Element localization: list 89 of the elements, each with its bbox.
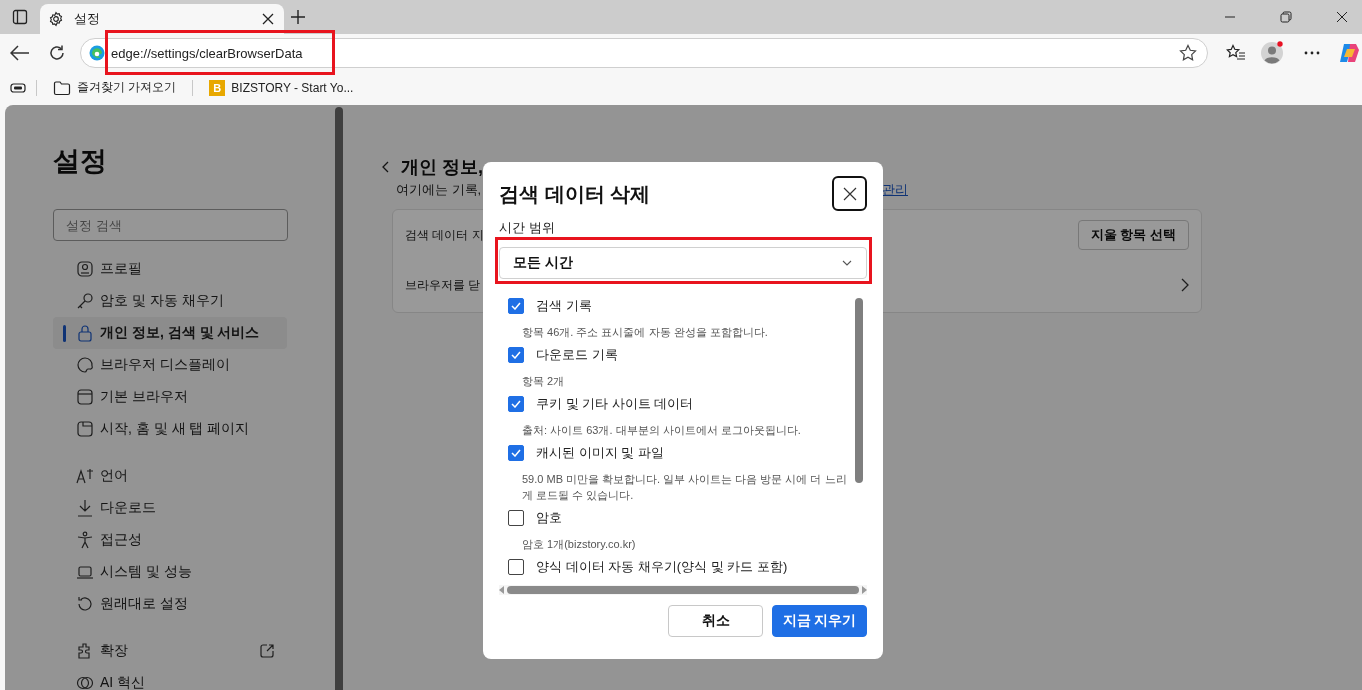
language-icon — [76, 467, 94, 485]
tablet-icon[interactable] — [10, 81, 26, 94]
option-label: 암호 — [536, 509, 562, 527]
option-description: 59.0 MB 미만을 확보합니다. 일부 사이트는 다음 방문 시에 더 느리게 로드될 수 있습니다. — [521, 472, 848, 503]
new-tab-icon[interactable] — [290, 9, 306, 25]
check-icon — [511, 400, 521, 408]
avatar-icon[interactable] — [1260, 41, 1284, 65]
close-icon[interactable] — [1336, 11, 1348, 23]
check-icon — [511, 302, 521, 310]
key-icon — [76, 292, 94, 310]
nav-item[interactable]: 언어 — [53, 460, 287, 492]
option-description: 항목 2개 — [521, 374, 566, 389]
option-description: 항목 46개. 주소 표시줄에 자동 완성을 포함합니다. — [521, 325, 769, 340]
refresh-icon[interactable] — [48, 44, 66, 62]
dialog-title: 검색 데이터 삭제 — [499, 182, 651, 207]
bookmark[interactable]: B BIZSTORY - Start Yo... — [203, 79, 360, 96]
nav-item[interactable]: 확장 — [53, 635, 287, 667]
cancel-button[interactable]: 취소 — [668, 605, 763, 637]
close-button[interactable] — [832, 176, 867, 211]
bookmark[interactable]: 즐겨찾기 가져오기 — [47, 79, 183, 96]
manage-link[interactable]: 관리 — [882, 181, 908, 199]
address-field[interactable]: edge://settings/clearBrowserData — [80, 38, 1208, 68]
tab-actions-icon[interactable] — [12, 9, 28, 25]
checkbox[interactable] — [508, 510, 524, 526]
option-label: 쿠키 및 기타 사이트 데이터 — [536, 395, 694, 413]
check-icon — [511, 351, 521, 359]
checkbox[interactable] — [508, 445, 524, 461]
url-text: edge://settings/clearBrowserData — [111, 45, 303, 61]
download-icon — [76, 499, 94, 517]
nav-item[interactable]: 시작, 홈 및 새 탭 페이지 — [53, 413, 287, 445]
option-description: 암호 1개(bizstory.co.kr) — [521, 537, 637, 552]
reset-icon — [76, 595, 94, 613]
chevron-down-icon — [842, 260, 852, 266]
option-label: 다운로드 기록 — [536, 346, 618, 364]
folder-icon — [53, 79, 71, 96]
browser-window-icon — [76, 388, 94, 406]
ai-icon — [76, 674, 94, 690]
setting-label: 검색 데이터 지 — [405, 226, 484, 244]
search-field[interactable]: 설정 검색 — [53, 209, 288, 241]
close-icon[interactable] — [262, 13, 274, 25]
back-arrow-icon[interactable] — [10, 45, 30, 61]
settings-icon — [48, 11, 64, 27]
nav-item[interactable]: 시스템 및 성능 — [53, 556, 287, 588]
copilot-icon[interactable] — [1338, 43, 1360, 63]
scrollbar[interactable] — [499, 585, 867, 595]
restore-icon[interactable] — [1280, 11, 1292, 23]
chevron-right-icon[interactable] — [1181, 278, 1189, 292]
favorites-icon[interactable] — [1226, 44, 1246, 62]
scrollbar[interactable] — [335, 107, 343, 690]
nav-item[interactable]: 개인 정보, 검색 및 서비스 — [53, 317, 287, 349]
accessibility-icon — [76, 531, 94, 549]
nav-item[interactable]: 브라우저 디스플레이 — [53, 349, 287, 381]
page-icon — [76, 420, 94, 438]
page-description: 여기에는 기록, — [396, 181, 482, 199]
laptop-icon — [76, 563, 94, 581]
nav-item[interactable]: 기본 브라우저 — [53, 381, 287, 413]
nav-item[interactable]: 다운로드 — [53, 492, 287, 524]
nav-item[interactable]: 암호 및 자동 채우기 — [53, 285, 287, 317]
settings-title: 설정 — [53, 145, 108, 178]
checkbox[interactable] — [508, 396, 524, 412]
nav-item[interactable]: 프로필 — [53, 253, 287, 285]
check-icon — [511, 449, 521, 457]
option-label: 양식 데이터 자동 채우기(양식 및 카드 포함) — [536, 558, 788, 576]
lock-icon — [76, 324, 94, 342]
option-label: 캐시된 이미지 및 파일 — [536, 444, 664, 462]
nav-item[interactable]: AI 혁신 — [53, 667, 287, 690]
close-icon — [842, 186, 857, 201]
choose-items-button[interactable]: 지울 항목 선택 — [1077, 220, 1189, 250]
time-range-dropdown[interactable]: 모든 시간 — [499, 247, 867, 279]
option-label: 검색 기록 — [536, 297, 592, 315]
browser-tab[interactable]: 설정 — [40, 4, 284, 34]
palette-icon — [76, 356, 94, 374]
more-icon[interactable] — [1304, 51, 1320, 55]
setting-label: 브라우저를 닫 — [405, 276, 481, 294]
profile-icon — [76, 260, 94, 278]
checkbox[interactable] — [508, 347, 524, 363]
page-heading: 개인 정보, — [401, 156, 483, 179]
nav-item[interactable]: 접근성 — [53, 524, 287, 556]
nav-item[interactable]: 원래대로 설정 — [53, 588, 287, 620]
tab-title: 설정 — [74, 10, 101, 28]
clear-now-button[interactable]: 지금 지우기 — [772, 605, 867, 637]
star-icon[interactable] — [1179, 44, 1197, 62]
checkbox[interactable] — [508, 559, 524, 575]
checkbox[interactable] — [508, 298, 524, 314]
option-description: 출처: 사이트 63개. 대부분의 사이트에서 로그아웃됩니다. — [521, 423, 802, 438]
favicon: B — [209, 79, 226, 96]
browser-logo-icon — [89, 45, 105, 61]
field-label: 시간 범위 — [499, 219, 555, 237]
back-chevron-icon[interactable] — [381, 161, 389, 173]
